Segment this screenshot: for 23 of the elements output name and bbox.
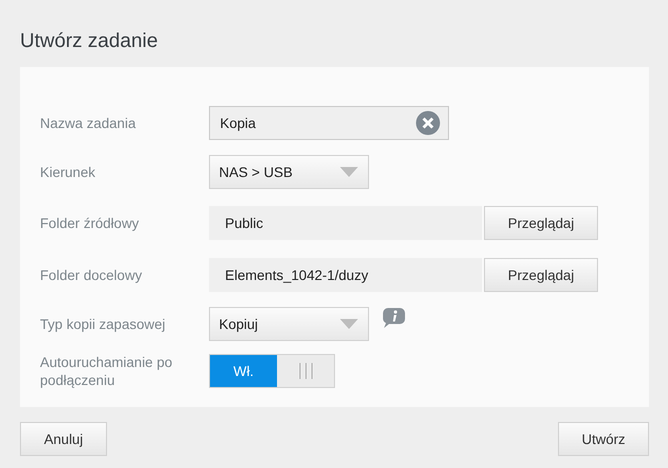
clear-icon[interactable] — [416, 111, 440, 135]
folder-field[interactable]: Elements_1042-1/duzy — [209, 258, 482, 292]
browse-button[interactable]: Przeglądaj — [484, 206, 598, 240]
browse-button[interactable]: Przeglądaj — [484, 258, 598, 292]
field-label: Folder źródłowy — [40, 214, 140, 232]
field-label: Typ kopii zapasowej — [40, 315, 166, 333]
dropdown[interactable]: Kopiuj — [209, 307, 369, 341]
dialog-title: Utwórz zadanie — [20, 30, 159, 54]
field-label: Folder docelowy — [40, 266, 143, 284]
folder-field[interactable]: Public — [209, 206, 482, 240]
caret-icon — [340, 319, 358, 329]
grip-icon — [298, 363, 312, 379]
dropdown[interactable]: NAS > USB — [209, 154, 369, 188]
info-icon[interactable] — [383, 308, 405, 328]
field-label: Nazwa zadania — [40, 114, 137, 132]
task-name-field[interactable]: Kopia — [209, 106, 449, 140]
cancel-button[interactable]: Anuluj — [20, 422, 107, 456]
field-label: Kierunek — [40, 162, 96, 180]
create-button[interactable]: Utwórz — [558, 422, 649, 456]
toggle-switch[interactable]: Wł. — [209, 354, 335, 388]
toggle-label: Wł. — [233, 363, 254, 379]
field-label: Autouruchamianie po podłączeniu — [40, 353, 174, 389]
caret-icon — [340, 166, 358, 176]
